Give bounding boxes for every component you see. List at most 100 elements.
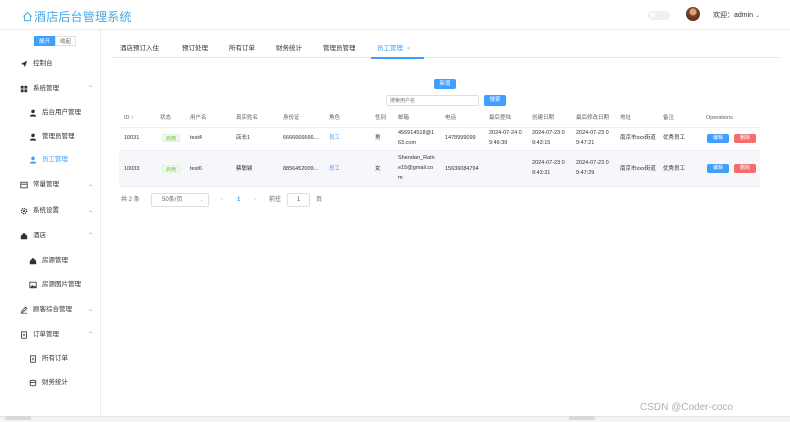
sidebar-collapse-group: 展开 收起	[34, 36, 77, 46]
sidebar-item-dashboard[interactable]: 控制台	[20, 57, 53, 71]
page-size-select[interactable]: 50条/页 ⌄	[151, 193, 209, 207]
goto-page-input[interactable]: 1	[287, 193, 310, 207]
close-icon[interactable]: ×	[407, 46, 410, 52]
cell-address: 南京市xxx街道	[620, 166, 656, 172]
sidebar-item-label: 订单管理	[33, 331, 59, 338]
page-number-current[interactable]: 1	[237, 195, 240, 205]
column-header: 真实姓名	[236, 115, 259, 121]
document-icon	[21, 331, 27, 339]
prev-page-icon[interactable]: ‹	[221, 195, 223, 205]
cell-id: 10031	[124, 135, 140, 141]
avatar[interactable]	[686, 7, 700, 21]
cell-role: 员工	[329, 166, 341, 172]
sidebar-item-label: 房源管理	[42, 257, 68, 264]
scroll-marker	[569, 416, 595, 420]
sidebar-item-label: 房源图片管理	[42, 281, 81, 288]
sidebar-item-room-images[interactable]: 房源图片管理	[29, 278, 81, 292]
cell-modified: 2024-07-23 0 9:47:21	[576, 130, 609, 146]
column-header: 邮箱	[398, 115, 410, 121]
edit-icon	[20, 306, 28, 314]
user-menu[interactable]: 欢迎：admin ⌄	[713, 10, 760, 20]
image-icon	[29, 281, 37, 289]
cell-username: test4	[190, 135, 202, 141]
house-icon	[20, 232, 28, 240]
sidebar-item-label: 管理员管理	[42, 133, 75, 140]
paper-plane-icon	[20, 60, 28, 68]
next-page-icon[interactable]: ›	[254, 195, 256, 205]
delete-button[interactable]: 删除	[734, 164, 756, 173]
sort-icon[interactable]: ⇕	[131, 115, 135, 121]
edit-button[interactable]: 编辑	[707, 164, 729, 173]
tab-hotel-checkin[interactable]: 酒店预订入住	[120, 40, 159, 58]
sidebar-item-staff[interactable]: 员工管理	[29, 153, 68, 167]
house-icon	[23, 11, 32, 22]
sidebar-item-admins[interactable]: 管理员管理	[29, 130, 75, 144]
column-header: Operations	[706, 115, 733, 121]
column-header: 创建日期	[532, 115, 555, 121]
column-header: 身份证	[283, 115, 300, 121]
sidebar-item-settings[interactable]: 系统设置 ⌄	[20, 204, 101, 218]
cell-username: test6	[190, 166, 202, 172]
chevron-down-icon: ⌄	[88, 307, 94, 313]
scroll-marker	[5, 416, 31, 420]
column-header: 备注	[663, 115, 675, 121]
add-button[interactable]: 新增	[434, 79, 456, 89]
chevron-down-icon: ⌄	[88, 182, 94, 188]
column-header: 地址	[620, 115, 632, 121]
sidebar-item-label: 顾客综合管理	[33, 306, 72, 313]
column-header: 性别	[375, 115, 387, 121]
page-suffix: 页	[316, 197, 323, 203]
chevron-up-icon: ⌃	[88, 332, 94, 338]
sidebar-item-orders[interactable]: 订单管理 ⌃	[20, 328, 101, 342]
pagination-total: 共 2 条	[121, 197, 140, 203]
coins-icon	[29, 379, 37, 387]
sidebar-item-label: 所有订单	[42, 355, 68, 362]
column-header: 电话	[445, 115, 457, 121]
search-input[interactable]	[386, 95, 479, 106]
tab-admins[interactable]: 管理员管理	[323, 40, 356, 58]
document-icon	[30, 355, 36, 363]
goto-label: 前往	[269, 197, 282, 203]
sidebar-item-label: 员工管理	[42, 156, 68, 163]
bottom-scrollbar[interactable]	[0, 416, 790, 422]
column-header-id[interactable]: ID⇕	[124, 115, 135, 122]
expand-button[interactable]: 展开	[34, 36, 56, 46]
column-header: 最后登陆	[489, 115, 512, 121]
cell-idcard: 6666666666...	[283, 135, 319, 141]
cell-idcard: 8856452009...	[283, 166, 319, 172]
theme-toggle[interactable]	[648, 11, 670, 20]
delete-button[interactable]: 删除	[734, 134, 756, 143]
sidebar-item-all-orders[interactable]: 所有订单	[29, 352, 68, 366]
app-title: 酒店后台管理系统	[34, 10, 132, 24]
chevron-up-icon: ⌃	[88, 86, 94, 92]
sidebar-item-label: 控制台	[33, 60, 53, 67]
sidebar-item-system[interactable]: 系统管理 ⌃	[20, 82, 101, 96]
tab-finance[interactable]: 财务统计	[276, 40, 302, 58]
chevron-down-icon: ⌄	[755, 13, 761, 19]
cell-role: 员工	[329, 135, 341, 141]
cell-modified: 2024-07-23 0 9:47:29	[576, 160, 609, 176]
tab-staff[interactable]: 员工管理 ×	[371, 40, 424, 59]
cell-phone: 1478999099	[445, 135, 476, 141]
sidebar-item-customers[interactable]: 顾客综合管理 ⌄	[20, 303, 101, 317]
edit-button[interactable]: 编辑	[707, 134, 729, 143]
search-button[interactable]: 搜索	[484, 95, 506, 106]
app-header: 酒店后台管理系统 欢迎：admin ⌄	[0, 0, 790, 30]
sidebar-item-rooms[interactable]: 房源管理	[29, 254, 68, 268]
column-header: 状态	[160, 115, 172, 121]
sidebar-item-constants[interactable]: 常量管理 ⌄	[20, 178, 101, 192]
collapse-button[interactable]: 收起	[55, 36, 77, 46]
sidebar-item-finance[interactable]: 财务统计	[29, 376, 68, 390]
app-logo[interactable]: 酒店后台管理系统	[22, 8, 132, 25]
house-icon	[29, 257, 37, 265]
status-badge: 启用	[162, 165, 181, 174]
sidebar-item-hotel[interactable]: 酒店 ⌃	[20, 229, 101, 243]
cell-gender: 男	[375, 135, 381, 141]
gear-icon	[20, 207, 28, 215]
cell-phone: 15636084794	[445, 166, 479, 172]
tab-all-orders[interactable]: 所有订单	[229, 40, 255, 58]
tab-booking-process[interactable]: 预订处理	[182, 40, 208, 58]
cell-id: 10033	[124, 166, 140, 172]
sidebar-item-backend-users[interactable]: 后台用户管理	[29, 106, 81, 120]
cell-remark: 优秀员工	[663, 166, 686, 172]
